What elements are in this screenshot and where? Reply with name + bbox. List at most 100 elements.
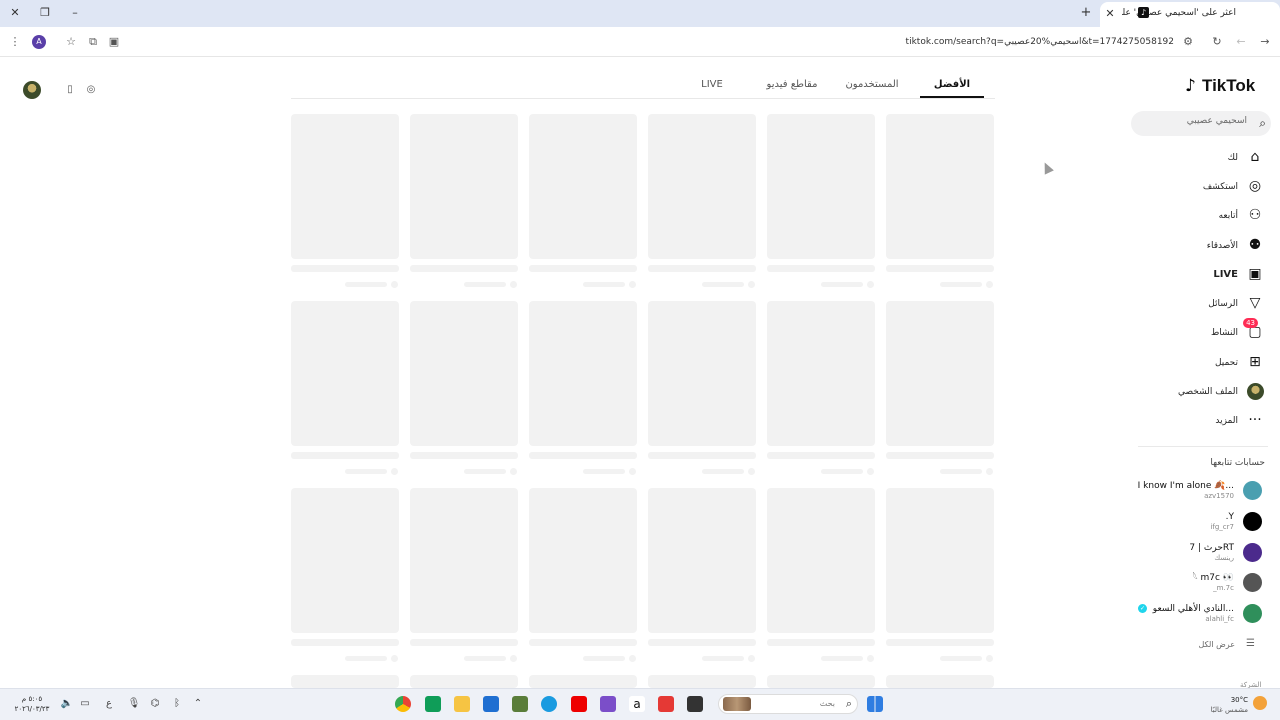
windows-start-icon[interactable] (867, 696, 883, 712)
app-icon[interactable] (425, 696, 441, 712)
sidebar-item-for-you[interactable]: لك ⌂ (1140, 146, 1268, 170)
followed-account[interactable]: .Y ifg_cr7 (1130, 509, 1265, 537)
sidebar-item-profile[interactable]: الملف الشخصي (1140, 380, 1268, 404)
sidebar-item-label: استكشف (1202, 182, 1238, 192)
video-placeholder (529, 301, 637, 446)
back-icon[interactable]: → (1258, 35, 1272, 49)
app-icon[interactable] (658, 696, 674, 712)
caption-placeholder (529, 265, 637, 272)
video-placeholder (648, 488, 756, 633)
taskbar-search[interactable]: بحث ⌕ (718, 694, 858, 714)
search-box[interactable]: ⌕ (1131, 111, 1271, 136)
avatar-placeholder (867, 281, 874, 288)
meta-placeholder (583, 469, 625, 474)
followed-account[interactable]: I know I'm alone 🍂... azv1570 (1130, 478, 1265, 506)
meta-placeholder (345, 469, 387, 474)
sidebar-item-messages[interactable]: الرسائل ▽ (1140, 292, 1268, 316)
avatar-placeholder (748, 281, 755, 288)
maximize-window-icon[interactable]: ❐ (36, 5, 54, 21)
avatar[interactable] (23, 81, 41, 99)
bluetooth-icon[interactable]: ᛒ (170, 698, 184, 710)
video-placeholder (529, 675, 637, 688)
tab-close-icon[interactable]: ✕ (1104, 7, 1116, 20)
device-icon[interactable]: ▯ (63, 83, 77, 97)
caption-placeholder (886, 639, 994, 646)
app-icon[interactable] (600, 696, 616, 712)
clock-date[interactable]: ٢٠٢٦/٠٣/٢٣ (12, 704, 52, 714)
video-placeholder (291, 488, 399, 633)
forward-icon[interactable]: ← (1234, 35, 1248, 49)
app-icon[interactable] (687, 696, 703, 712)
close-window-icon[interactable]: ✕ (6, 5, 24, 21)
tab-videos[interactable]: مقاطع فيديو (758, 78, 826, 92)
video-placeholder (767, 114, 875, 259)
video-placeholder (410, 488, 518, 633)
store-icon[interactable] (483, 696, 499, 712)
sidebar-item-activity[interactable]: النشاط ▢ 43 (1140, 318, 1268, 345)
minecraft-icon[interactable] (512, 696, 528, 712)
compass-icon: ◎ (1248, 178, 1262, 194)
sidebar-item-friends[interactable]: الأصدقاء ⚉ (1140, 234, 1268, 258)
tiktok-logo[interactable]: ♪ TikTok (1185, 74, 1265, 98)
video-placeholder (529, 114, 637, 259)
chrome-icon[interactable] (395, 696, 411, 712)
friends-icon: ⚉ (1248, 237, 1262, 253)
weather-description[interactable]: مشمس غالبًا (1204, 705, 1248, 715)
reload-icon[interactable]: ↻ (1210, 35, 1224, 49)
tab-users[interactable]: المستخدمون (838, 78, 906, 92)
meta-placeholder (940, 282, 982, 287)
tab-top[interactable]: الأفضل (920, 78, 984, 92)
sidebar-item-upload[interactable]: تحميل ⊞ (1140, 351, 1268, 375)
file-explorer-icon[interactable] (454, 696, 470, 712)
followed-account[interactable]: النادي الأهلي السعو... alahli_fc ✓ (1130, 601, 1265, 629)
account-handle: _m.7c (1213, 584, 1234, 592)
clock-time[interactable]: ٥:٠٥ م (12, 694, 52, 704)
search-icon: ⌕ (845, 697, 852, 710)
followed-account[interactable]: حرث | 7RT رينسك (1130, 540, 1265, 568)
youtube-icon[interactable] (571, 696, 587, 712)
search-icon[interactable]: ⌕ (1259, 115, 1266, 131)
sidebar-item-explore[interactable]: استكشف ◎ (1140, 175, 1268, 199)
sidebar-item-more[interactable]: المزيد ··· (1140, 409, 1268, 433)
tab-live[interactable]: LIVE (692, 78, 732, 92)
video-placeholder (886, 114, 994, 259)
avatar (1243, 604, 1262, 623)
amazon-icon[interactable]: a (629, 696, 645, 712)
sun-icon (1253, 696, 1267, 710)
edge-icon[interactable] (541, 696, 557, 712)
avatar-placeholder (748, 468, 755, 475)
following-accounts-title: حسابات تتابعها (1210, 458, 1265, 468)
meta-placeholder (345, 282, 387, 287)
new-tab-button[interactable]: + (1079, 6, 1093, 20)
coins-icon[interactable]: ◎ (84, 83, 98, 97)
tiktok-note-icon: ♪ (1185, 76, 1196, 96)
url-text[interactable]: tiktok.com/search?q=اسحيمي%20عصيبي&t=177… (860, 36, 1174, 48)
meta-placeholder (583, 282, 625, 287)
profile-avatar-button[interactable]: A (32, 35, 46, 49)
see-all-link[interactable]: عرض الكل ☰ (1140, 638, 1265, 652)
weather-temperature[interactable]: 30°C (1224, 695, 1248, 705)
video-placeholder (648, 114, 756, 259)
search-input[interactable] (1147, 116, 1247, 126)
sidebar-item-label: أتابعه (1218, 211, 1238, 221)
followed-account[interactable]: 𓆩 m7c 👀 _m.7c (1130, 570, 1265, 598)
site-settings-icon[interactable]: ⚙ (1181, 35, 1195, 49)
caption-placeholder (886, 452, 994, 459)
display-icon[interactable]: ▭ (78, 698, 92, 710)
language-icon[interactable]: ع (102, 698, 116, 710)
upload-icon: ⊞ (1249, 354, 1261, 370)
network-icon[interactable]: ⌬ (148, 698, 162, 710)
sidebar-item-live[interactable]: LIVE ▣ (1140, 263, 1268, 287)
meta-placeholder (940, 656, 982, 661)
minimize-window-icon[interactable]: – (66, 5, 84, 21)
meta-placeholder (702, 656, 744, 661)
meta-placeholder (464, 469, 506, 474)
sidebar-item-following[interactable]: أتابعه ⚇ (1140, 204, 1268, 228)
menu-kebab-icon[interactable]: ⋮ (8, 35, 22, 49)
account-handle: رينسك (1214, 554, 1234, 562)
chevron-up-icon[interactable]: ⌃ (191, 698, 205, 710)
caption-placeholder (648, 452, 756, 459)
microphone-icon[interactable]: 🎙 (127, 698, 141, 710)
meta-placeholder (940, 469, 982, 474)
volume-icon[interactable]: 🔈 (60, 698, 74, 710)
